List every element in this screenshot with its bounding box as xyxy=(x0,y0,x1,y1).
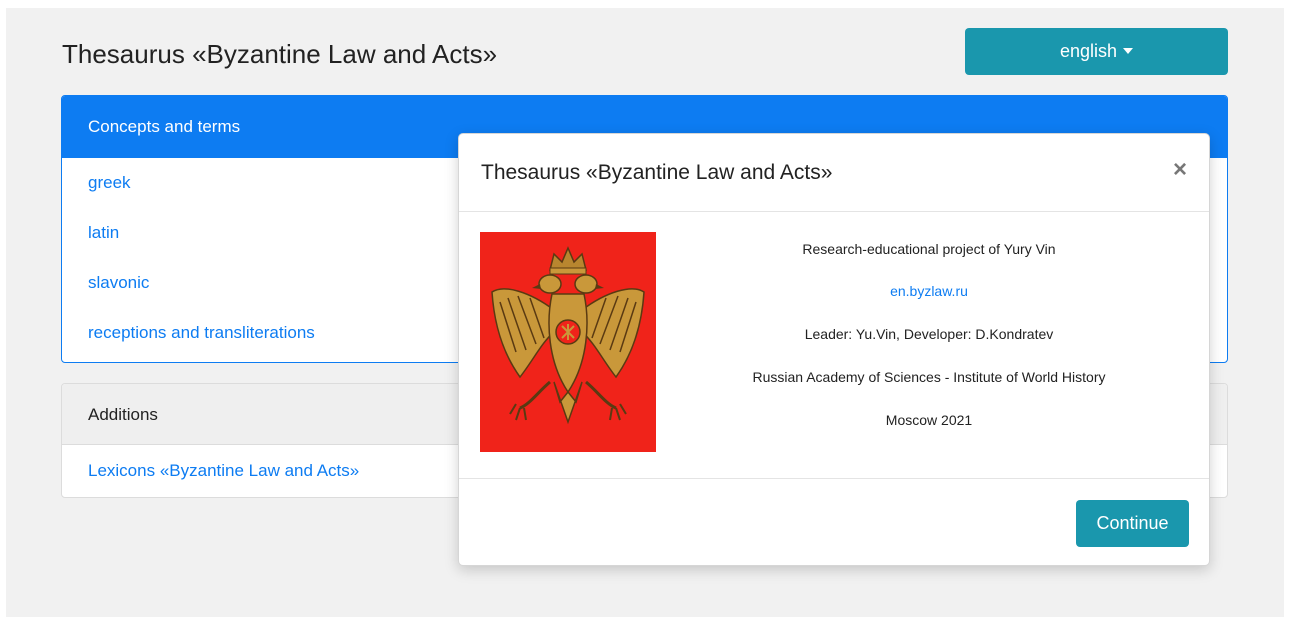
language-label: english xyxy=(1059,41,1118,61)
place-year-text: Moscow 2021 xyxy=(885,412,973,428)
modal-body: Research-educational project of Yury Vin… xyxy=(459,212,1209,479)
project-description: Research-educational project of Yury Vin xyxy=(802,241,1056,257)
page-title: Thesaurus «Byzantine Law and Acts» xyxy=(62,39,498,69)
credits-text: Leader: Yu.Vin, Developer: D.Kondratev xyxy=(804,326,1054,342)
modal-header: Thesaurus «Byzantine Law and Acts» × xyxy=(459,134,1209,212)
about-modal: Thesaurus «Byzantine Law and Acts» × Res… xyxy=(458,133,1210,566)
modal-title: Thesaurus «Byzantine Law and Acts» xyxy=(481,161,833,184)
close-icon[interactable]: × xyxy=(1173,156,1187,184)
caret-down-icon xyxy=(1123,47,1134,54)
double-headed-eagle-emblem xyxy=(480,232,656,452)
language-dropdown-button[interactable]: english xyxy=(965,28,1228,75)
page-background: Thesaurus «Byzantine Law and Acts» engli… xyxy=(6,8,1284,617)
institution-text: Russian Academy of Sciences - Institute … xyxy=(752,369,1106,385)
continue-button[interactable]: Continue xyxy=(1076,500,1189,547)
site-link[interactable]: en.byzlaw.ru xyxy=(694,283,1164,299)
